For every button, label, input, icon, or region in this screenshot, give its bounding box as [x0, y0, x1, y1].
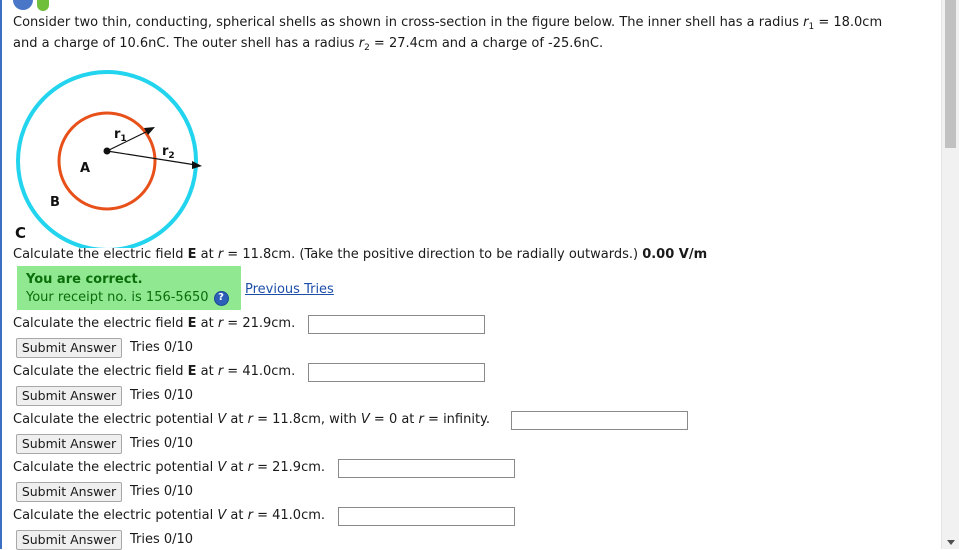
answer-input-5[interactable] [338, 459, 515, 478]
vertical-scrollbar[interactable] [941, 0, 959, 549]
bug-icon[interactable] [37, 0, 49, 11]
question-text: Calculate the electric potential [13, 508, 218, 523]
question-text: Calculate the electric field [13, 316, 188, 331]
scroll-down-arrow-icon[interactable] [947, 540, 955, 545]
r1-value: = 18.0cm [814, 15, 883, 30]
submit-answer-button-5[interactable]: Submit Answer [16, 482, 122, 502]
correct-status-box: You are correct. Your receipt no. is 156… [17, 266, 241, 310]
answer-input-3[interactable] [308, 363, 485, 382]
label-r2: r2 [162, 144, 175, 161]
problem-intro-line-1: Consider two thin, conducting, spherical… [13, 15, 883, 32]
question-text: = 21.9cm. [223, 316, 296, 331]
submit-answer-button-3[interactable]: Submit Answer [16, 386, 122, 406]
correct-title: You are correct. [26, 272, 143, 287]
question-text: = 21.9cm. [252, 460, 326, 475]
tries-counter-5: Tries 0/10 [130, 484, 194, 499]
answer-input-2[interactable] [308, 315, 485, 334]
tries-counter-6: Tries 0/10 [130, 532, 194, 547]
question-text: = 11.8cm. (Take the positive direction t… [223, 247, 643, 262]
scrollbar-thumb[interactable] [945, 0, 956, 148]
r2-value: = 27.4cm and a charge of -25.6nC. [369, 36, 604, 51]
submit-answer-button-6[interactable]: Submit Answer [16, 530, 122, 550]
question-text: Calculate the electric potential [13, 412, 218, 427]
potential-symbol: V [360, 412, 370, 427]
label-b: B [50, 195, 60, 210]
tries-counter-3: Tries 0/10 [130, 388, 194, 403]
label-a: A [80, 161, 90, 176]
potential-symbol: V [217, 412, 227, 427]
label-r1: r1 [114, 127, 127, 144]
question-1-text: Calculate the electric field E at r = 11… [13, 247, 707, 263]
question-text: = 0 at [369, 412, 419, 427]
question-text: at [226, 508, 248, 523]
receipt-line: Your receipt no. is 156-5650 ? [26, 290, 232, 306]
inner-shell [57, 111, 157, 211]
question-5-text: Calculate the electric potential V at r … [13, 460, 325, 476]
r2-arrow [106, 150, 197, 166]
question-4-text: Calculate the electric potential V at r … [13, 412, 490, 428]
question-2-text: Calculate the electric field E at r = 21… [13, 316, 295, 332]
previous-tries-link[interactable]: Previous Tries [245, 282, 334, 298]
potential-symbol: V [217, 508, 227, 523]
question-text: = infinity. [423, 412, 491, 427]
question-text: Calculate the electric potential [13, 460, 218, 475]
answer-input-4[interactable] [511, 411, 688, 430]
receipt-number: Your receipt no. is 156-5650 [26, 290, 209, 305]
feedback-icon[interactable] [13, 0, 33, 10]
toolbar-icons [13, 0, 49, 12]
question-3-text: Calculate the electric field E at r = 41… [13, 364, 295, 380]
question-text: Calculate the electric field [13, 247, 188, 262]
question-text: = 41.0cm. [223, 364, 296, 379]
problem-intro-line-2: and a charge of 10.6nC. The outer shell … [13, 36, 604, 53]
question-text: at [196, 364, 218, 379]
tries-counter-2: Tries 0/10 [130, 340, 194, 355]
intro-text: and a charge of 10.6nC. The outer shell … [13, 36, 359, 51]
page-left-border [0, 0, 2, 549]
question-6-text: Calculate the electric potential V at r … [13, 508, 325, 524]
question-text: at [196, 316, 218, 331]
potential-symbol: V [217, 460, 227, 475]
intro-text: Consider two thin, conducting, spherical… [13, 15, 804, 30]
question-text: = 41.0cm. [252, 508, 326, 523]
tries-counter-4: Tries 0/10 [130, 436, 194, 451]
answer-input-6[interactable] [338, 507, 515, 526]
question-text: at [196, 247, 218, 262]
question-text: at [226, 460, 248, 475]
shells-figure: r1 r2 A B C [15, 70, 202, 248]
help-icon[interactable]: ? [213, 290, 229, 306]
submit-answer-button-2[interactable]: Submit Answer [16, 338, 122, 358]
question-text: at [226, 412, 248, 427]
question-text: = 11.8cm, with [252, 412, 361, 427]
label-c: C [15, 224, 26, 242]
question-text: Calculate the electric field [13, 364, 188, 379]
submitted-answer: 0.00 V/m [642, 247, 708, 262]
submit-answer-button-4[interactable]: Submit Answer [16, 434, 122, 454]
